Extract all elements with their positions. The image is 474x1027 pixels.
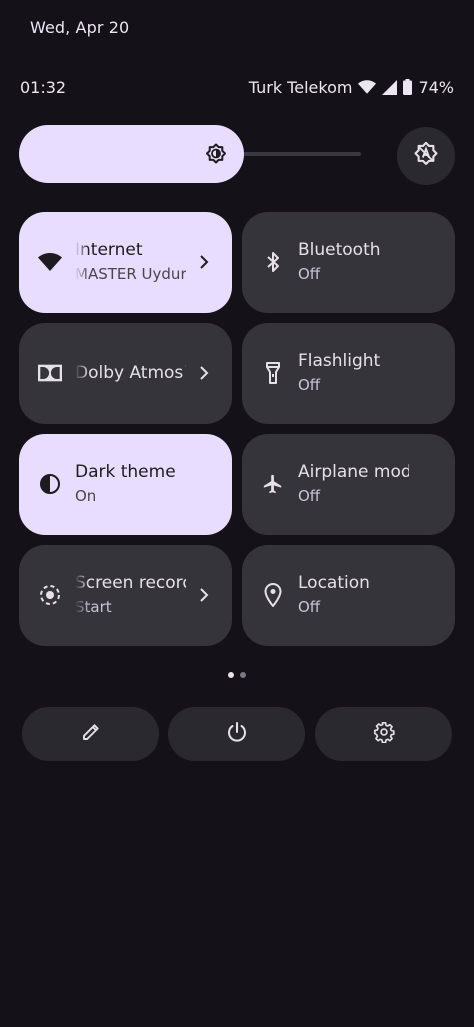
tile-title: Location bbox=[298, 573, 370, 593]
tile-title: Screen record bbox=[75, 573, 186, 593]
tile-subtitle: Start bbox=[75, 598, 112, 616]
page-dot bbox=[240, 672, 246, 678]
tile-title: Dark theme bbox=[75, 462, 176, 482]
tile-title: Internet bbox=[75, 240, 143, 260]
tile-subtitle: MASTER Uydur bbox=[75, 265, 186, 283]
tile-subtitle: Off bbox=[298, 376, 321, 394]
tile-flashlight[interactable]: Flashlight Off bbox=[242, 323, 455, 424]
tile-title: Flashlight bbox=[298, 351, 381, 371]
tile-subtitle: On bbox=[75, 487, 97, 505]
tile-title: Airplane mode bbox=[298, 462, 409, 482]
page-dot-active bbox=[228, 672, 234, 678]
tile-bluetooth[interactable]: Bluetooth Off bbox=[242, 212, 455, 313]
tile-subtitle: Off bbox=[298, 598, 321, 616]
settings-button[interactable] bbox=[315, 707, 452, 761]
edit-icon bbox=[81, 722, 101, 746]
tile-subtitle: Off bbox=[298, 487, 321, 505]
auto-brightness-button[interactable] bbox=[397, 127, 455, 185]
screen-record-icon bbox=[38, 583, 62, 607]
power-button[interactable] bbox=[168, 707, 305, 761]
chevron-right-icon[interactable] bbox=[196, 252, 212, 272]
location-icon bbox=[261, 583, 285, 607]
chevron-right-icon[interactable] bbox=[196, 363, 212, 383]
wifi-signal-icon bbox=[358, 80, 377, 94]
dolby-icon bbox=[38, 361, 62, 385]
power-icon bbox=[226, 721, 248, 747]
tile-title: Dolby Atmos™ bbox=[75, 363, 186, 383]
auto-brightness-icon bbox=[412, 140, 440, 172]
dark-theme-icon bbox=[38, 472, 62, 496]
tile-dolby-atmos[interactable]: Dolby Atmos™ bbox=[19, 323, 232, 424]
chevron-right-icon[interactable] bbox=[196, 585, 212, 605]
cell-signal-icon bbox=[382, 79, 398, 95]
tile-location[interactable]: Location Off bbox=[242, 545, 455, 646]
settings-icon bbox=[373, 721, 395, 747]
carrier-name: Turk Telekom bbox=[248, 77, 353, 97]
tile-dark-theme[interactable]: Dark theme On bbox=[19, 434, 232, 535]
bluetooth-icon bbox=[261, 250, 285, 274]
clock: 01:32 bbox=[20, 77, 67, 97]
page-indicator bbox=[228, 672, 246, 678]
tile-title: Bluetooth bbox=[298, 240, 381, 260]
tile-internet[interactable]: Internet MASTER Uydur bbox=[19, 212, 232, 313]
brightness-slider[interactable] bbox=[19, 125, 364, 183]
wifi-icon bbox=[38, 250, 62, 274]
edit-button[interactable] bbox=[22, 707, 159, 761]
flashlight-icon bbox=[261, 361, 285, 385]
tile-airplane-mode[interactable]: Airplane mode Off bbox=[242, 434, 455, 535]
brightness-icon bbox=[204, 142, 228, 166]
tile-screen-record[interactable]: Screen record Start bbox=[19, 545, 232, 646]
airplane-icon bbox=[261, 472, 285, 496]
date-label: Wed, Apr 20 bbox=[30, 18, 130, 37]
tile-subtitle: Off bbox=[298, 265, 321, 283]
battery-percent: 74% bbox=[418, 77, 454, 97]
status-bar: 01:32 Turk Telekom 74% bbox=[20, 76, 454, 98]
battery-icon bbox=[403, 79, 413, 95]
